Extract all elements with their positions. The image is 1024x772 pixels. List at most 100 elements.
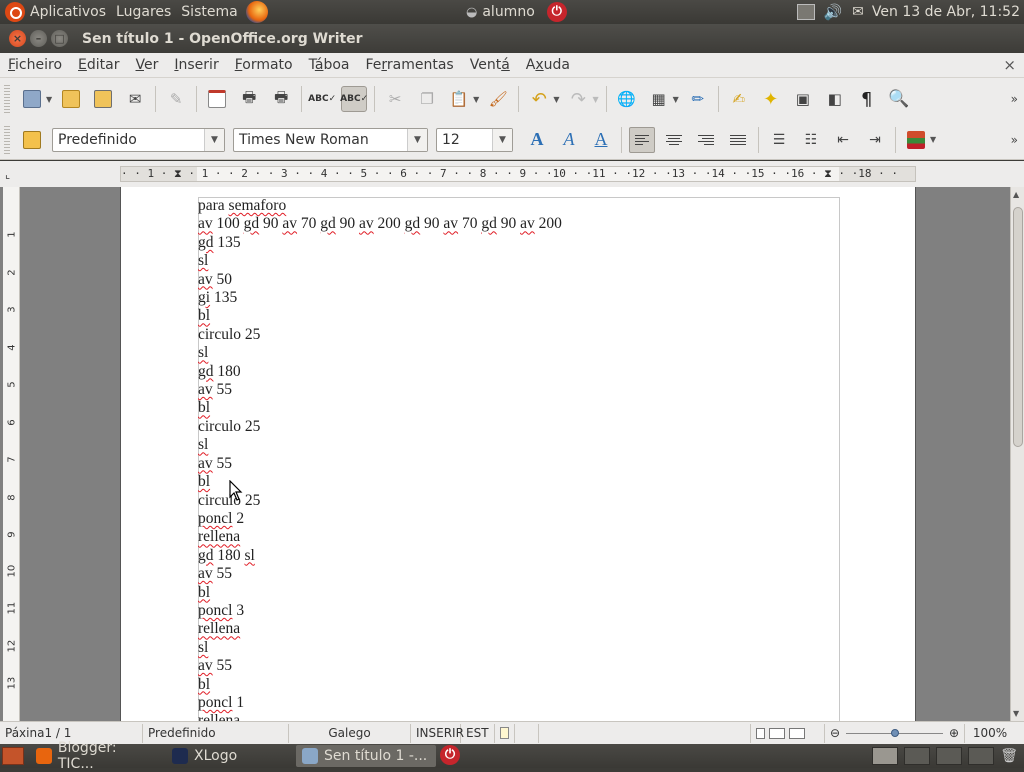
document-line[interactable]: av 55 [198,455,562,473]
redo-dropdown-arrow[interactable]: ▼ [592,95,598,104]
zoom-level[interactable]: 100% [965,724,1015,743]
vertical-scrollbar[interactable]: ▲ ▼ [1010,187,1024,721]
undo-dropdown-arrow[interactable]: ▼ [553,95,559,104]
zoom-icon[interactable]: 🔍 [886,86,912,112]
document-line[interactable]: poncl 3 [198,602,562,620]
menu-item[interactable]: Ver [128,57,167,73]
document-line[interactable]: gi 135 [198,289,562,307]
window-titlebar[interactable]: × – □ Sen título 1 - OpenOffice.org Writ… [0,24,1024,53]
scrollbar-thumb[interactable] [1013,207,1023,447]
language[interactable]: Galego [289,723,411,743]
hyperlink-icon[interactable]: 🌐 [614,86,640,112]
align-left-icon[interactable] [629,126,655,153]
document-line[interactable]: rellena [198,528,562,546]
taskbar-button[interactable]: Sen título 1 -... [296,745,436,767]
autospellcheck-icon[interactable]: ABC✓ [340,86,368,112]
digital-signature-cell[interactable] [515,723,539,743]
user-name[interactable]: alumno [482,4,534,20]
align-right-icon[interactable] [693,127,719,153]
user-status-icon[interactable]: ◒ [466,5,477,20]
applications-menu[interactable]: Aplicativos [25,0,111,24]
zoom-out-icon[interactable]: ⊖ [830,726,840,740]
zoom-in-icon[interactable]: ⊕ [949,726,959,740]
redo-icon[interactable]: ↷ [565,86,591,112]
book-view-icon[interactable] [789,727,805,739]
power-icon[interactable]: ⏻ [440,745,460,765]
firefox-launcher-icon[interactable] [245,1,268,23]
clone-formatting-icon[interactable]: 🖌 [485,86,511,112]
document-line[interactable]: av 100 gd 90 av 70 gd 90 av 200 gd 90 av… [198,215,562,233]
export-pdf-icon[interactable] [204,86,230,112]
document-line[interactable]: rellena [198,620,562,638]
trash-icon[interactable]: 🗑 [1000,748,1018,764]
workspace-4[interactable] [968,747,995,765]
menu-item[interactable]: Ficheiro [0,57,70,73]
save-icon[interactable] [90,86,116,112]
document-text[interactable]: para semaforo av 100 gd 90 av 70 gd 90 av… [198,197,562,721]
menu-item[interactable]: Editar [70,57,127,73]
data-sources-icon[interactable]: ◧ [822,86,848,112]
new-dropdown-arrow[interactable]: ▼ [46,95,52,104]
open-folder-icon[interactable] [58,86,84,112]
volume-icon[interactable]: 🔊 [823,3,842,21]
taskbar-button[interactable]: XLogo [166,745,292,767]
document-line[interactable]: bl [198,584,562,602]
font-name-select[interactable]: Times New Roman ▼ [233,127,428,152]
document-line[interactable]: sl [198,436,562,454]
align-center-icon[interactable] [661,127,687,153]
document-line[interactable]: para semaforo [198,197,562,215]
document-line[interactable]: bl [198,473,562,491]
email-document-icon[interactable]: ✉ [122,86,148,112]
window-minimize-button[interactable]: – [30,30,47,47]
document-line[interactable]: av 55 [198,565,562,583]
document-line[interactable]: gd 180 [198,363,562,381]
page-style[interactable]: Predefinido [143,723,289,743]
decrease-indent-icon[interactable]: ⇤ [830,127,856,153]
document-line[interactable]: sl [198,639,562,657]
network-icon[interactable] [797,4,816,20]
new-document-icon[interactable] [19,86,45,112]
font-color-dropdown-arrow[interactable]: ▼ [930,135,936,144]
menu-item[interactable]: Ferramentas [357,57,461,73]
document-line[interactable]: sl [198,344,562,362]
paragraph-style-select[interactable]: Predefinido ▼ [52,127,225,152]
scroll-up-icon[interactable]: ▲ [1013,190,1019,199]
multi-page-view-icon[interactable] [769,727,785,739]
styles-formatting-icon[interactable] [19,127,45,153]
print-icon[interactable]: 🖶 [236,86,262,112]
taskbar-button[interactable]: Blogger: TIC... [30,740,162,772]
justify-icon[interactable] [725,127,751,153]
menu-item[interactable]: Axuda [518,57,578,73]
tab-stop-type-icon[interactable]: ⌞ [5,168,19,182]
document-line[interactable]: circulo 25 [198,492,562,510]
copy-icon[interactable]: ❐ [414,86,440,112]
ubuntu-logo-icon[interactable] [5,2,25,22]
bullets-icon[interactable]: ☷ [798,127,824,153]
navigator-icon[interactable]: ✦ [758,86,784,112]
document-close-button[interactable]: × [1003,56,1016,74]
selection-mode[interactable]: EST [461,723,495,743]
numbering-icon[interactable]: ☰ [766,127,792,153]
find-replace-icon[interactable]: ✍ [726,86,752,112]
clock[interactable]: Ven 13 de Abr, 11:52 [872,4,1020,20]
vertical-ruler[interactable]: 1 2 3 4 5 6 7 8 9 10 11 12 13 [3,187,20,721]
zoom-slider-thumb[interactable] [891,728,900,737]
window-close-button[interactable]: × [9,30,26,47]
workspace-3[interactable] [936,747,963,765]
toolbar-overflow-chevron-icon[interactable]: » [1011,92,1018,106]
document-line[interactable]: gd 135 [198,234,562,252]
show-desktop-icon[interactable] [2,747,24,765]
font-size-select[interactable]: 12 ▼ [436,127,513,152]
scroll-down-icon[interactable]: ▼ [1013,709,1019,718]
document-line[interactable]: bl [198,676,562,694]
menu-item[interactable]: Formato [227,57,301,73]
edit-file-icon[interactable]: ✎ [163,86,189,112]
bold-icon[interactable]: A [524,127,550,153]
table-icon[interactable]: ▦ [646,86,672,112]
document-line[interactable]: circulo 25 [198,418,562,436]
print-preview-icon[interactable]: 🖶 [268,86,294,112]
places-menu[interactable]: Lugares [111,0,176,24]
document-line[interactable]: av 55 [198,381,562,399]
document-line[interactable]: bl [198,399,562,417]
document-modified-icon[interactable] [495,723,515,743]
